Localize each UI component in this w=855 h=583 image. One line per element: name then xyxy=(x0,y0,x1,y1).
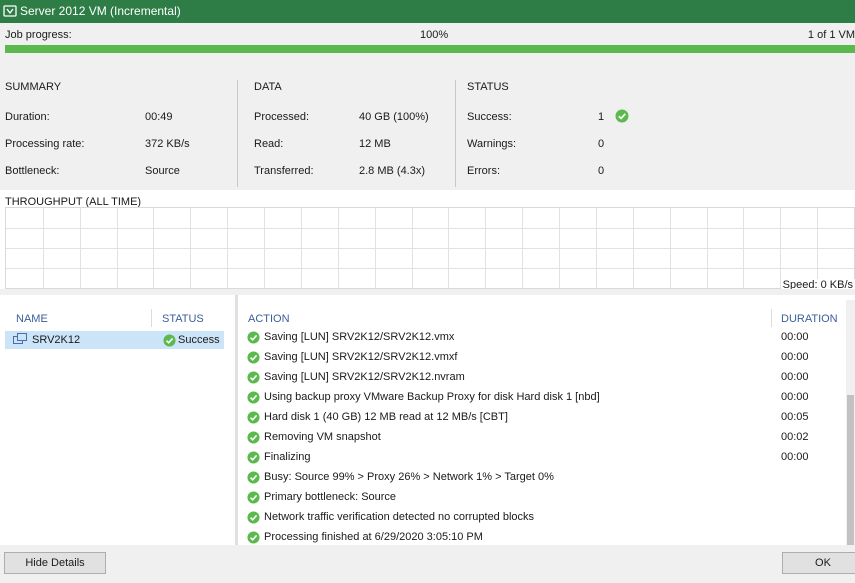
success-check-icon xyxy=(247,411,260,424)
job-progress-percent: 100% xyxy=(420,29,449,41)
log-action-text: Finalizing xyxy=(264,451,311,463)
log-row[interactable]: Using backup proxy VMware Backup Proxy f… xyxy=(247,388,847,408)
log-action-text: Using backup proxy VMware Backup Proxy f… xyxy=(264,391,600,403)
log-row[interactable]: Network traffic verification detected no… xyxy=(247,508,847,528)
success-label: Success: xyxy=(467,111,512,123)
dialog-footer: Hide Details OK xyxy=(0,545,855,583)
vm-row-srv2k12[interactable]: SRV2K12 Success xyxy=(5,331,224,349)
errors-label: Errors: xyxy=(467,165,500,177)
summary-header: SUMMARY xyxy=(5,81,62,93)
read-value: 12 MB xyxy=(359,138,391,150)
progress-bar xyxy=(5,45,855,53)
log-row[interactable]: Removing VM snapshot 00:02 xyxy=(247,428,847,448)
duration-label: Duration: xyxy=(5,111,50,123)
scrollbar-thumb[interactable] xyxy=(847,395,854,545)
hide-details-button[interactable]: Hide Details xyxy=(4,552,106,574)
bottleneck-value: Source xyxy=(145,165,180,177)
log-duration-text: 00:02 xyxy=(781,431,809,443)
stats-panel: SUMMARY Duration: 00:49 Processing rate:… xyxy=(0,53,855,190)
column-separator[interactable] xyxy=(771,309,772,327)
success-check-icon xyxy=(163,334,176,347)
vm-list-pane: NAME STATUS SRV2K12 Success xyxy=(0,295,235,545)
title-bar: Server 2012 VM (Incremental) xyxy=(0,0,855,23)
vm-status-column-header[interactable]: STATUS xyxy=(162,313,204,325)
log-action-text: Saving [LUN] SRV2K12/SRV2K12.vmx xyxy=(264,331,455,343)
log-row[interactable]: Finalizing 00:00 xyxy=(247,448,847,468)
log-duration-text: 00:00 xyxy=(781,391,809,403)
success-value: 1 xyxy=(598,111,605,123)
processed-value: 40 GB (100%) xyxy=(359,111,429,123)
success-check-icon xyxy=(247,431,260,444)
read-label: Read: xyxy=(254,138,284,150)
progress-bar-fill xyxy=(5,45,855,53)
vm-name: SRV2K12 xyxy=(32,334,81,346)
log-row[interactable]: Primary bottleneck: Source xyxy=(247,488,847,508)
vm-icon xyxy=(13,333,27,344)
success-check-icon xyxy=(247,371,260,384)
log-action-text: Network traffic verification detected no… xyxy=(264,511,535,523)
errors-value: 0 xyxy=(598,165,605,177)
log-duration-text: 00:00 xyxy=(781,331,809,343)
log-row[interactable]: Hard disk 1 (40 GB) 12 MB read at 12 MB/… xyxy=(247,408,847,428)
vm-status: Success xyxy=(178,334,220,346)
data-header: DATA xyxy=(254,81,282,93)
log-row[interactable]: Saving [LUN] SRV2K12/SRV2K12.vmxf 00:00 xyxy=(247,348,847,368)
success-check-icon xyxy=(615,109,629,123)
window-title: Server 2012 VM (Incremental) xyxy=(20,4,181,18)
success-check-icon xyxy=(247,531,260,544)
action-column-header[interactable]: ACTION xyxy=(248,313,290,325)
success-check-icon xyxy=(247,351,260,364)
warnings-label: Warnings: xyxy=(467,138,517,150)
transferred-value: 2.8 MB (4.3x) xyxy=(359,165,426,177)
log-row[interactable]: Busy: Source 99% > Proxy 26% > Network 1… xyxy=(247,468,847,488)
veeam-app-icon xyxy=(3,5,17,17)
log-action-text: Primary bottleneck: Source xyxy=(264,491,397,503)
log-row[interactable]: Saving [LUN] SRV2K12/SRV2K12.nvram 00:00 xyxy=(247,368,847,388)
transferred-label: Transferred: xyxy=(254,165,314,177)
log-duration-text: 00:05 xyxy=(781,411,809,423)
job-progress-label: Job progress: xyxy=(5,29,72,41)
vertical-scrollbar[interactable] xyxy=(846,300,855,545)
log-action-text: Processing finished at 6/29/2020 3:05:10… xyxy=(264,531,483,543)
throughput-grid xyxy=(6,208,854,288)
throughput-graph xyxy=(5,207,855,289)
stats-separator xyxy=(237,80,238,187)
stats-separator xyxy=(455,80,456,187)
success-check-icon xyxy=(247,471,260,484)
bottleneck-label: Bottleneck: xyxy=(5,165,60,177)
processing-rate-label: Processing rate: xyxy=(5,138,85,150)
warnings-value: 0 xyxy=(598,138,605,150)
success-check-icon xyxy=(247,391,260,404)
log-duration-text: 00:00 xyxy=(781,351,809,363)
success-check-icon xyxy=(247,331,260,344)
log-action-text: Hard disk 1 (40 GB) 12 MB read at 12 MB/… xyxy=(264,411,508,423)
log-action-text: Busy: Source 99% > Proxy 26% > Network 1… xyxy=(264,471,554,483)
status-header: STATUS xyxy=(467,81,509,93)
job-progress-count: 1 of 1 VM xyxy=(807,29,855,41)
success-check-icon xyxy=(247,511,260,524)
column-separator[interactable] xyxy=(151,309,152,327)
success-check-icon xyxy=(247,491,260,504)
processed-label: Processed: xyxy=(254,111,310,123)
ok-button[interactable]: OK xyxy=(782,552,855,574)
log-action-text: Saving [LUN] SRV2K12/SRV2K12.vmxf xyxy=(264,351,458,363)
log-duration-text: 00:00 xyxy=(781,451,809,463)
log-action-text: Removing VM snapshot xyxy=(264,431,381,443)
log-action-text: Saving [LUN] SRV2K12/SRV2K12.nvram xyxy=(264,371,465,383)
log-row[interactable]: Saving [LUN] SRV2K12/SRV2K12.vmx 00:00 xyxy=(247,328,847,348)
log-duration-text: 00:00 xyxy=(781,371,809,383)
vm-name-column-header[interactable]: NAME xyxy=(16,313,48,325)
duration-value: 00:49 xyxy=(145,111,173,123)
action-log-pane: ACTION DURATION Saving [LUN] SRV2K12/SRV… xyxy=(238,295,855,545)
job-progress: Job progress: 100% 1 of 1 VM xyxy=(0,23,855,53)
success-check-icon xyxy=(247,451,260,464)
processing-rate-value: 372 KB/s xyxy=(145,138,190,150)
duration-column-header[interactable]: DURATION xyxy=(781,313,838,325)
